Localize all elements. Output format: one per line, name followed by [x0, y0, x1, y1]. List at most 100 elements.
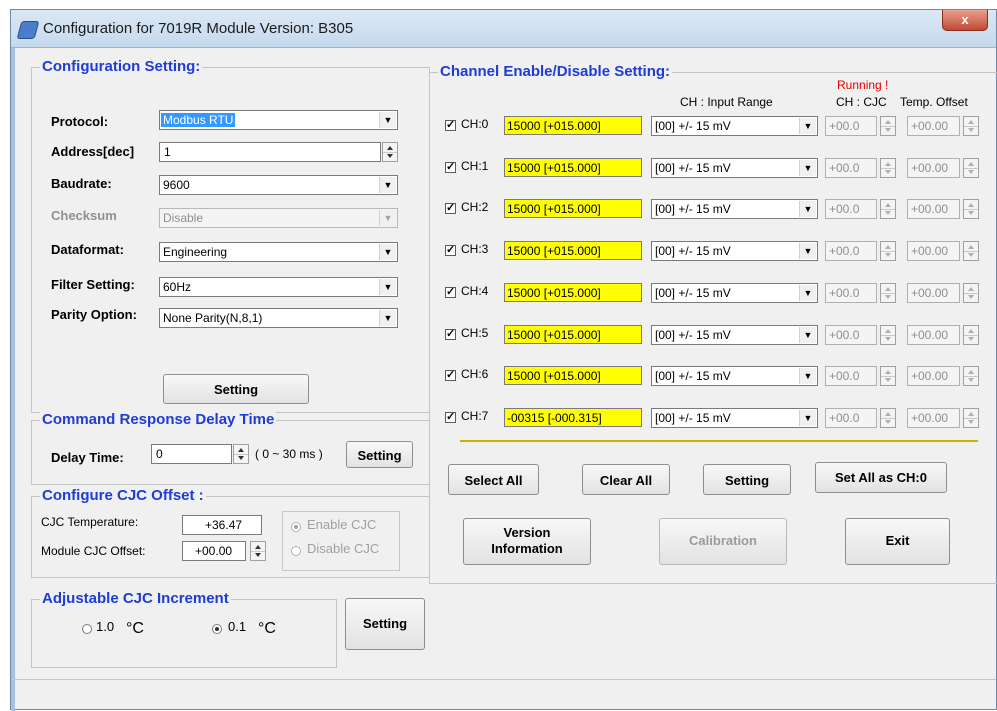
channel-offset-field: +00.00 [907, 283, 960, 303]
channel-input-range-value: [00] +/- 15 mV [655, 161, 731, 175]
disable-cjc-label: Disable CJC [307, 541, 380, 556]
channel-cjc-spinner[interactable] [880, 283, 896, 303]
address-value: 1 [164, 145, 171, 159]
channel-input-range-value: [00] +/- 15 mV [655, 286, 731, 300]
channel-input-range-select[interactable]: [00] +/- 15 mV ▼ [651, 199, 818, 219]
cjc-offset-value: +00.00 [195, 544, 233, 558]
channel-checkbox[interactable]: ✓ [445, 162, 456, 173]
channel-setting-button[interactable]: Setting [703, 464, 791, 495]
channel-input-range-select[interactable]: [00] +/- 15 mV ▼ [651, 158, 818, 178]
protocol-select[interactable]: Modbus RTU ▼ [159, 110, 398, 130]
clear-all-button[interactable]: Clear All [582, 464, 670, 495]
channel-input-range-value: [00] +/- 15 mV [655, 119, 731, 133]
increment-01-radio[interactable] [212, 624, 222, 634]
channel-input-range-select[interactable]: [00] +/- 15 mV ▼ [651, 283, 818, 303]
filter-select[interactable]: 60Hz ▼ [159, 277, 398, 297]
channel-offset-spinner[interactable] [963, 325, 979, 345]
channel-input-range-value: [00] +/- 15 mV [655, 328, 731, 342]
cjc-increment-title: Adjustable CJC Increment [40, 590, 231, 607]
channel-name: CH:3 [461, 242, 489, 256]
chevron-down-icon: ▼ [799, 160, 816, 176]
channel-offset-value: +00.00 [911, 369, 949, 383]
parity-select[interactable]: None Parity(N,8,1) ▼ [159, 308, 398, 328]
channel-checkbox[interactable]: ✓ [445, 287, 456, 298]
channel-cjc-field: +00.0 [825, 325, 877, 345]
channel-input-range-select[interactable]: [00] +/- 15 mV ▼ [651, 408, 818, 428]
cjc-offset-input[interactable]: +00.00 [182, 541, 246, 561]
channel-reading-text: 15000 [+015.000] [507, 119, 601, 133]
channel-input-range-value: [00] +/- 15 mV [655, 202, 731, 216]
channel-checkbox[interactable]: ✓ [445, 412, 456, 423]
channel-checkbox[interactable]: ✓ [445, 120, 456, 131]
channel-input-range-select[interactable]: [00] +/- 15 mV ▼ [651, 325, 818, 345]
channel-cjc-spinner[interactable] [880, 408, 896, 428]
chevron-down-icon: ▼ [379, 279, 396, 295]
version-information-button[interactable]: Version Information [463, 518, 591, 565]
channel-offset-spinner[interactable] [963, 283, 979, 303]
channel-offset-spinner[interactable] [963, 241, 979, 261]
checksum-select[interactable]: Disable ▼ [159, 208, 398, 228]
channel-checkbox[interactable]: ✓ [445, 329, 456, 340]
channel-checkbox[interactable]: ✓ [445, 203, 456, 214]
calibration-button[interactable]: Calibration [659, 518, 787, 565]
channel-reading-text: 15000 [+015.000] [507, 161, 601, 175]
increment-1-unit: °C [126, 620, 144, 637]
disable-cjc-radio[interactable] [291, 546, 301, 556]
channel-offset-spinner[interactable] [963, 408, 979, 428]
delay-input[interactable]: 0 [151, 444, 232, 464]
channel-setting-label: Setting [724, 473, 770, 488]
channel-cjc-spinner[interactable] [880, 158, 896, 178]
set-all-label: Set All as CH:0 [835, 470, 927, 485]
channel-offset-spinner[interactable] [963, 116, 979, 136]
header-cjc: CH : CJC [836, 95, 887, 109]
channel-offset-spinner[interactable] [963, 199, 979, 219]
filter-label: Filter Setting: [51, 277, 135, 292]
channel-input-range-select[interactable]: [00] +/- 15 mV ▼ [651, 241, 818, 261]
dataformat-select[interactable]: Engineering ▼ [159, 242, 398, 262]
separator-line [460, 440, 978, 442]
close-button[interactable]: x [942, 10, 988, 31]
channel-name: CH:5 [461, 326, 489, 340]
channel-input-range-select[interactable]: [00] +/- 15 mV ▼ [651, 116, 818, 136]
config-setting-button[interactable]: Setting [163, 374, 309, 404]
select-all-button[interactable]: Select All [448, 464, 539, 495]
channel-checkbox[interactable]: ✓ [445, 245, 456, 256]
address-spinner[interactable] [382, 142, 398, 162]
chevron-down-icon: ▼ [379, 112, 396, 128]
channel-checkbox[interactable]: ✓ [445, 370, 456, 381]
enable-cjc-radio[interactable] [291, 522, 301, 532]
baudrate-select[interactable]: 9600 ▼ [159, 175, 398, 195]
channel-title: Channel Enable/Disable Setting: [438, 63, 673, 80]
channel-reading: -00315 [-000.315] [504, 408, 642, 427]
channel-cjc-spinner[interactable] [880, 241, 896, 261]
configuration-setting-group: Configuration Setting: Protocol: Modbus … [31, 58, 430, 413]
parity-label: Parity Option: [51, 307, 137, 322]
channel-cjc-value: +00.0 [829, 161, 860, 175]
channel-cjc-spinner[interactable] [880, 366, 896, 386]
delay-setting-button[interactable]: Setting [346, 441, 413, 468]
channel-input-range-select[interactable]: [00] +/- 15 mV ▼ [651, 366, 818, 386]
chevron-down-icon: ▼ [799, 118, 816, 134]
channel-cjc-field: +00.0 [825, 199, 877, 219]
title-bar[interactable]: Configuration for 7019R Module Version: … [11, 10, 996, 48]
channel-cjc-field: +00.0 [825, 366, 877, 386]
channel-offset-spinner[interactable] [963, 366, 979, 386]
cjc-temp-label: CJC Temperature: [41, 515, 139, 529]
channel-reading: 15000 [+015.000] [504, 366, 642, 385]
channel-name: CH:2 [461, 200, 489, 214]
address-input[interactable]: 1 [159, 142, 381, 162]
cjc-offset-spinner[interactable] [250, 541, 266, 561]
increment-setting-button[interactable]: Setting [345, 598, 425, 650]
increment-1-radio[interactable] [82, 624, 92, 634]
channel-offset-spinner[interactable] [963, 158, 979, 178]
channel-name: CH:6 [461, 367, 489, 381]
delay-setting-button-label: Setting [357, 448, 402, 463]
channel-cjc-spinner[interactable] [880, 325, 896, 345]
channel-cjc-spinner[interactable] [880, 116, 896, 136]
exit-button[interactable]: Exit [845, 518, 950, 565]
set-all-as-ch0-button[interactable]: Set All as CH:0 [815, 462, 947, 493]
delay-spinner[interactable] [233, 444, 249, 464]
channel-cjc-field: +00.0 [825, 116, 877, 136]
channel-offset-value: +00.00 [911, 202, 949, 216]
channel-cjc-spinner[interactable] [880, 199, 896, 219]
